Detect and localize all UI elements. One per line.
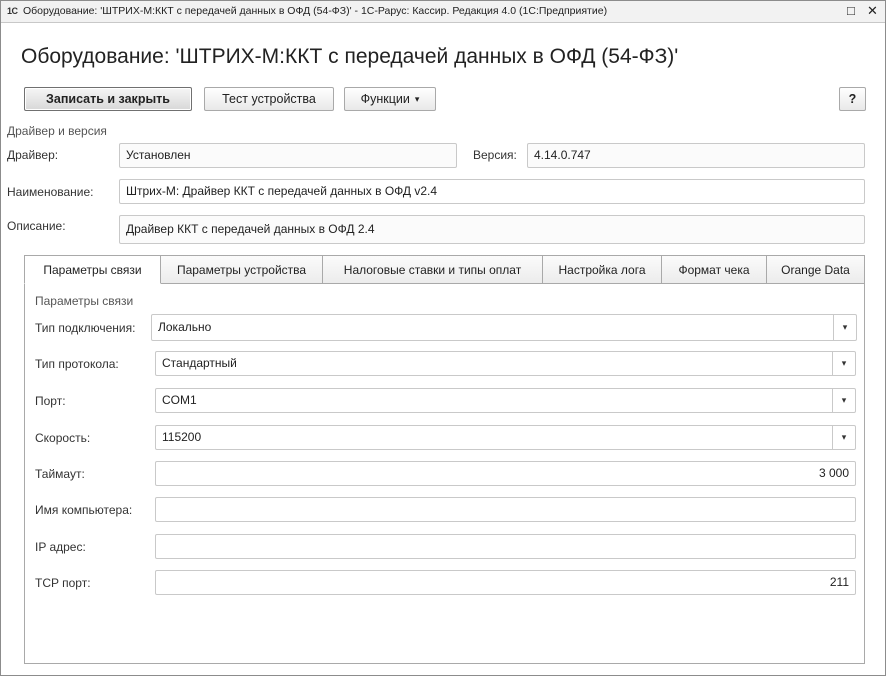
ip-address-field[interactable]: [155, 534, 856, 559]
connection-section-title: Параметры связи: [35, 294, 134, 308]
window-title: Оборудование: 'ШТРИХ-М:ККТ с передачей д…: [23, 5, 608, 17]
computer-name-field[interactable]: [155, 497, 856, 522]
tab-log-settings[interactable]: Настройка лога: [542, 255, 662, 284]
description-label: Описание:: [7, 219, 66, 233]
connection-type-select[interactable]: Локально ▾: [151, 314, 857, 341]
test-device-button[interactable]: Тест устройства: [204, 87, 334, 111]
driver-label: Драйвер:: [7, 148, 59, 162]
settings-tabs: Параметры связи Параметры устройства Нал…: [24, 255, 865, 664]
tab-tax-rates[interactable]: Налоговые ставки и типы оплат: [322, 255, 543, 284]
name-field[interactable]: Штрих-М: Драйвер ККТ с передачей данных …: [119, 179, 865, 204]
tcp-port-label: TCP порт:: [35, 576, 91, 590]
description-field: Драйвер ККТ с передачей данных в ОФД 2.4: [119, 215, 865, 244]
tab-orange-data[interactable]: Orange Data: [766, 255, 865, 284]
port-label: Порт:: [35, 394, 66, 408]
connection-type-label: Тип подключения:: [35, 321, 136, 335]
timeout-field[interactable]: 3 000: [155, 461, 856, 486]
maximize-icon[interactable]: □: [847, 3, 855, 18]
timeout-label: Таймаут:: [35, 467, 85, 481]
title-bar: 1С Оборудование: 'ШТРИХ-М:ККТ с передаче…: [1, 1, 885, 23]
chevron-down-icon[interactable]: ▾: [832, 352, 855, 375]
connection-type-value: Локально: [158, 320, 212, 334]
computer-name-label: Имя компьютера:: [35, 503, 133, 517]
functions-menu-button[interactable]: Функции ▾: [344, 87, 436, 111]
tcp-port-field[interactable]: 211: [155, 570, 856, 595]
help-button[interactable]: ?: [839, 87, 866, 111]
chevron-down-icon: ▾: [414, 93, 420, 104]
functions-label: Функции: [360, 92, 410, 106]
save-and-close-button[interactable]: Записать и закрыть: [24, 87, 192, 111]
close-icon[interactable]: ✕: [867, 3, 878, 19]
port-select[interactable]: COM1 ▾: [155, 388, 856, 413]
port-value: COM1: [162, 393, 197, 407]
chevron-down-icon[interactable]: ▾: [832, 426, 855, 449]
version-label: Версия:: [473, 148, 517, 162]
ip-address-label: IP адрес:: [35, 540, 86, 554]
driver-section-title: Драйвер и версия: [7, 124, 107, 138]
protocol-label: Тип протокола:: [35, 357, 119, 371]
name-label: Наименование:: [7, 185, 94, 199]
speed-select[interactable]: 115200 ▾: [155, 425, 856, 450]
app-logo-icon: 1С: [7, 6, 18, 16]
protocol-select[interactable]: Стандартный ▾: [155, 351, 856, 376]
tab-connection[interactable]: Параметры связи: [24, 255, 161, 284]
tab-receipt-format[interactable]: Формат чека: [661, 255, 767, 284]
chevron-down-icon[interactable]: ▾: [832, 389, 855, 412]
connection-tab-panel: Параметры связи Тип подключения: Локальн…: [24, 283, 865, 664]
protocol-value: Стандартный: [162, 356, 237, 370]
driver-status-field: Установлен: [119, 143, 457, 168]
chevron-down-icon[interactable]: ▾: [833, 315, 856, 340]
version-field: 4.14.0.747: [527, 143, 865, 168]
page-title: Оборудование: 'ШТРИХ-М:ККТ с передачей д…: [21, 45, 679, 68]
speed-value: 115200: [162, 430, 202, 444]
tab-device[interactable]: Параметры устройства: [160, 255, 323, 284]
speed-label: Скорость:: [35, 431, 91, 445]
equipment-window: 1С Оборудование: 'ШТРИХ-М:ККТ с передаче…: [0, 0, 886, 676]
